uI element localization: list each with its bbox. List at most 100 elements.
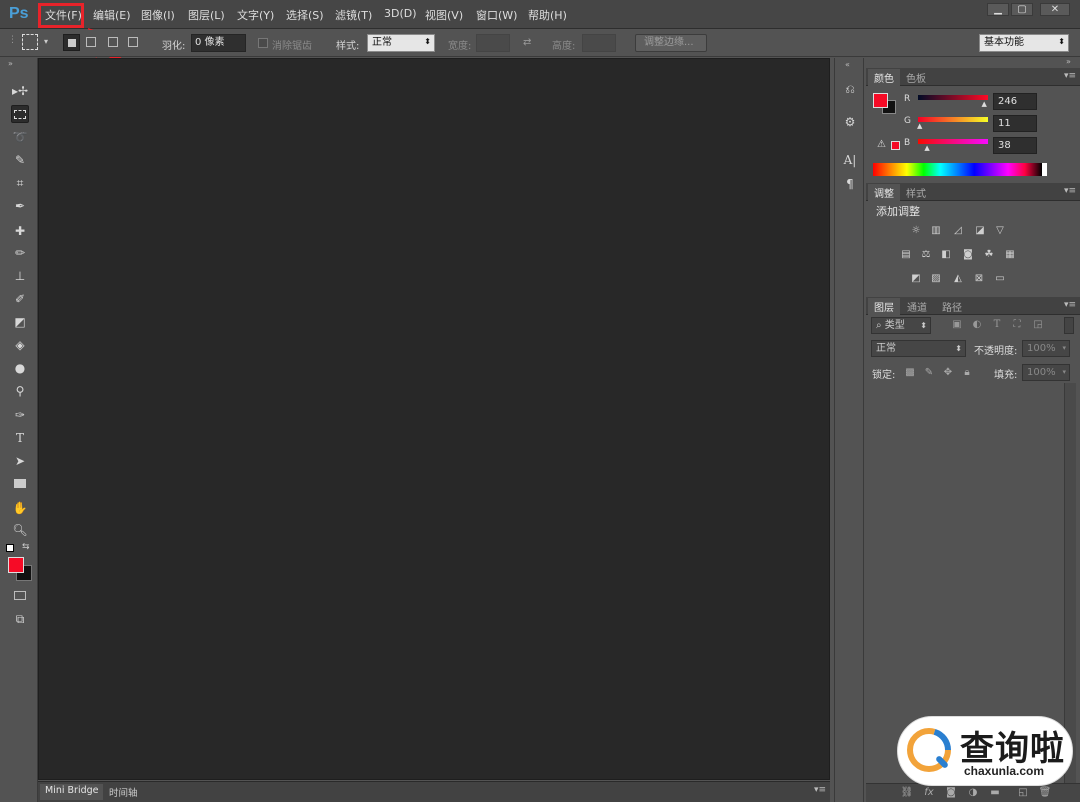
photo-filter-icon[interactable]: ◙ (961, 249, 975, 261)
screen-mode-icon[interactable]: ⧉ (11, 610, 29, 628)
curves-icon[interactable]: ◿ (951, 225, 965, 237)
foreground-color-swatch[interactable] (8, 557, 24, 573)
menu-layer[interactable]: 图层(L) (188, 7, 225, 23)
expand-icon[interactable]: » (1066, 57, 1071, 66)
menu-help[interactable]: 帮助(H) (528, 7, 567, 23)
hand-tool-icon[interactable]: ✋ (11, 499, 29, 517)
style-select[interactable]: 正常 ⬍ (367, 34, 435, 52)
menu-select[interactable]: 选择(S) (286, 7, 324, 23)
eraser-tool-icon[interactable]: ◩ (11, 313, 29, 331)
menu-view[interactable]: 视图(V) (425, 7, 463, 23)
menu-window[interactable]: 窗口(W) (476, 7, 517, 23)
tab-layers[interactable]: 图层 (868, 298, 900, 315)
antialias-checkbox[interactable] (258, 38, 268, 48)
maximize-button[interactable]: ▢ (1011, 3, 1033, 16)
filter-adjust-icon[interactable]: ◐ (970, 319, 984, 331)
dodge-tool-icon[interactable]: ⚲ (11, 382, 29, 400)
width-input[interactable] (476, 34, 510, 52)
history-panel-icon[interactable]: ⎌ (841, 80, 859, 98)
marquee-preset-icon[interactable] (22, 34, 38, 50)
height-input[interactable] (582, 34, 616, 52)
subtract-selection-icon[interactable] (108, 37, 118, 47)
gamut-color-swatch[interactable] (891, 141, 900, 150)
fill-input[interactable]: 100% ▾ (1022, 364, 1070, 381)
layers-scrollbar[interactable] (1064, 383, 1076, 783)
filter-smart-icon[interactable]: ◲ (1031, 319, 1045, 331)
menu-3d[interactable]: 3D(D) (384, 7, 417, 20)
filter-type-icon[interactable]: T (990, 319, 1004, 331)
rectangle-tool-icon[interactable] (11, 475, 29, 493)
blur-tool-icon[interactable]: ● (11, 359, 29, 377)
collapse-icon[interactable]: » (8, 59, 13, 68)
b-slider-thumb[interactable]: ▲ (924, 144, 929, 152)
default-colors-icon[interactable] (6, 544, 14, 552)
zoom-tool-icon[interactable]: 🔍︎ (11, 521, 29, 539)
tab-swatches[interactable]: 色板 (900, 69, 932, 86)
fx-icon[interactable]: fx (922, 787, 936, 799)
g-value-input[interactable]: 11 (993, 115, 1037, 132)
hue-saturation-icon[interactable]: ▤ (899, 249, 913, 261)
type-tool-icon[interactable]: T (11, 429, 29, 447)
brush-tool-icon[interactable]: ✏ (11, 244, 29, 262)
color-balance-icon[interactable]: ⚖ (919, 249, 933, 261)
black-white-icon[interactable]: ◧ (939, 249, 953, 261)
lock-position-icon[interactable]: ✥ (941, 367, 955, 379)
gradient-map-icon[interactable]: ▭ (993, 273, 1007, 285)
invert-icon[interactable]: ◩ (909, 273, 923, 285)
trash-icon[interactable]: 🗑︎ (1038, 787, 1052, 799)
chevron-down-icon[interactable]: ▾ (44, 37, 48, 46)
marquee-tool-icon[interactable] (11, 105, 29, 123)
link-layers-icon[interactable]: ⛓ (900, 787, 914, 799)
filter-shape-icon[interactable]: ⛶ (1010, 319, 1024, 331)
gamut-warning-icon[interactable]: ⚠ (877, 139, 886, 150)
r-slider-thumb[interactable]: ▲ (982, 100, 987, 108)
minimize-button[interactable]: ▁ (987, 3, 1009, 16)
b-value-input[interactable]: 38 (993, 137, 1037, 154)
tab-channels[interactable]: 通道 (901, 298, 933, 315)
tab-styles[interactable]: 样式 (900, 184, 932, 201)
tab-color[interactable]: 颜色 (868, 69, 900, 86)
lock-pixels-icon[interactable]: ✎ (922, 367, 936, 379)
vibrance-icon[interactable]: ▽ (993, 225, 1007, 237)
add-selection-icon[interactable] (86, 37, 96, 47)
intersect-selection-icon[interactable] (128, 37, 138, 47)
color-spectrum-bar[interactable] (873, 163, 1047, 176)
document-canvas[interactable] (38, 58, 830, 780)
threshold-icon[interactable]: ◭ (951, 273, 965, 285)
new-group-icon[interactable]: ▬ (988, 787, 1002, 799)
opacity-input[interactable]: 100% ▾ (1022, 340, 1070, 357)
tab-mini-bridge[interactable]: Mini Bridge (40, 784, 104, 800)
panel-menu-icon[interactable]: ▾≡ (1064, 186, 1076, 196)
channel-mixer-icon[interactable]: ☘ (982, 249, 996, 261)
new-adjustment-icon[interactable]: ◑ (966, 787, 980, 799)
filter-toggle[interactable] (1064, 317, 1074, 334)
quick-select-tool-icon[interactable]: ✎ (11, 151, 29, 169)
crop-tool-icon[interactable]: ⌗ (11, 174, 29, 192)
menu-filter[interactable]: 滤镜(T) (335, 7, 372, 23)
paint-bucket-icon[interactable]: ◈ (11, 336, 29, 354)
new-layer-icon[interactable]: ◱ (1016, 787, 1030, 799)
color-foreground-swatch[interactable] (873, 93, 888, 108)
stamp-tool-icon[interactable]: ⊥ (11, 267, 29, 285)
posterize-icon[interactable]: ▨ (929, 273, 943, 285)
add-mask-icon[interactable]: ◙ (944, 787, 958, 799)
brightness-icon[interactable]: ☼ (909, 225, 923, 237)
move-tool-icon[interactable]: ▸✢ (11, 82, 29, 100)
swap-colors-icon[interactable]: ⇆ (22, 542, 30, 552)
color-lookup-icon[interactable]: ▦ (1003, 249, 1017, 261)
menu-image[interactable]: 图像(I) (141, 7, 175, 23)
workspace-select[interactable]: 基本功能 ⬍ (979, 34, 1069, 52)
g-slider-thumb[interactable]: ▲ (917, 122, 922, 130)
blend-mode-select[interactable]: 正常 ⬍ (871, 340, 966, 357)
filter-pixel-icon[interactable]: ▣ (950, 319, 964, 331)
levels-icon[interactable]: ▥ (929, 225, 943, 237)
new-selection-icon[interactable] (63, 34, 80, 51)
panel-menu-icon[interactable]: ▾≡ (1064, 300, 1076, 310)
tab-timeline[interactable]: 时间轴 (104, 784, 143, 800)
selective-color-icon[interactable]: ⊠ (972, 273, 986, 285)
g-slider[interactable] (918, 117, 988, 122)
feather-input[interactable]: 0 像素 (191, 34, 246, 52)
lock-all-icon[interactable]: 🔒︎ (960, 367, 974, 379)
close-button[interactable]: ✕ (1040, 3, 1070, 16)
collapse-icon[interactable]: « (845, 60, 850, 69)
